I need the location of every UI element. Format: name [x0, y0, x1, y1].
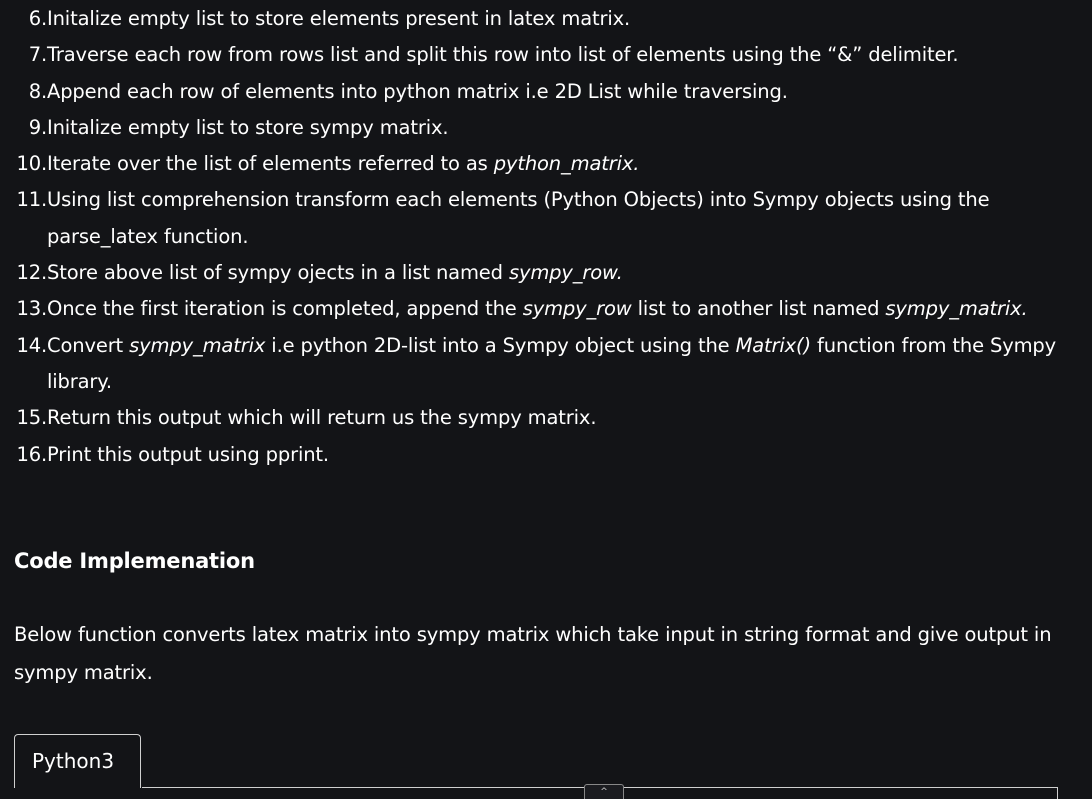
step-text: Initalize empty list to store elements p…	[47, 1, 1060, 37]
scroll-up-button[interactable]: ^	[584, 784, 624, 799]
step-text-emphasis: sympy_row	[522, 297, 632, 321]
step-text-emphasis: sympy_row.	[508, 261, 623, 285]
step-text-part: Store above list of sympy ojects in a li…	[47, 261, 509, 285]
step-text-part: Return this output which will return us …	[47, 406, 597, 430]
step-number: 16.	[16, 442, 47, 466]
steps-list: 6. Initalize empty list to store element…	[0, 1, 1060, 473]
list-item: 9. Initalize empty list to store sympy m…	[0, 110, 1060, 146]
step-text: Iterate over the list of elements referr…	[47, 146, 1060, 182]
step-number: 8.	[28, 79, 47, 103]
code-tabs: Python3	[14, 734, 1058, 799]
step-text-part: Traverse each row from rows list and spl…	[47, 43, 959, 67]
list-item: 7. Traverse each row from rows list and …	[0, 37, 1060, 73]
step-text: Using list comprehension transform each …	[47, 182, 1060, 255]
step-text-emphasis: sympy_matrix	[129, 333, 266, 357]
article-page: 6. Initalize empty list to store element…	[0, 0, 1092, 799]
list-item: 11. Using list comprehension transform e…	[0, 182, 1060, 255]
list-item: 12. Store above list of sympy ojects in …	[0, 255, 1060, 291]
list-item: 8. Append each row of elements into pyth…	[0, 74, 1060, 110]
step-text-part: Using list comprehension transform each …	[47, 188, 990, 248]
step-number: 6.	[28, 7, 47, 30]
list-item: 10. Iterate over the list of elements re…	[0, 146, 1060, 182]
list-item: 16. Print this output using pprint.	[0, 437, 1060, 473]
step-text-part: Initalize empty list to store sympy matr…	[47, 115, 449, 139]
step-number: 10.	[16, 152, 47, 176]
step-text: Return this output which will return us …	[47, 400, 1060, 436]
step-text: Initalize empty list to store sympy matr…	[47, 110, 1060, 146]
list-item: 13. Once the first iteration is complete…	[0, 291, 1060, 327]
step-number: 14.	[16, 333, 47, 357]
step-text: Append each row of elements into python …	[47, 74, 1060, 110]
step-text-emphasis: Matrix()	[735, 333, 812, 357]
step-text: Print this output using pprint.	[47, 437, 1060, 473]
step-text: Store above list of sympy ojects in a li…	[47, 255, 1060, 291]
step-text: Convert sympy_matrix i.e python 2D-list …	[47, 328, 1060, 401]
step-number: 15.	[16, 406, 47, 430]
list-item: 6. Initalize empty list to store element…	[0, 1, 1060, 37]
step-text-part: list to another list named	[631, 297, 886, 321]
step-text-part: Convert	[47, 333, 130, 357]
step-number: 9.	[28, 115, 47, 139]
step-text-emphasis: python_matrix.	[493, 152, 640, 176]
step-text: Once the first iteration is completed, a…	[47, 291, 1060, 327]
step-text-part: Iterate over the list of elements referr…	[47, 152, 494, 176]
step-number: 11.	[16, 188, 47, 212]
step-number: 12.	[16, 261, 47, 285]
step-text-part: Append each row of elements into python …	[47, 79, 788, 103]
list-item: 15. Return this output which will return…	[0, 400, 1060, 436]
step-text-part: Print this output using pprint.	[47, 442, 329, 466]
tab-python3[interactable]: Python3	[14, 734, 141, 788]
section-description: Below function converts latex matrix int…	[14, 623, 1052, 684]
step-text: Traverse each row from rows list and spl…	[47, 37, 1060, 73]
list-item: 14. Convert sympy_matrix i.e python 2D-l…	[0, 328, 1060, 401]
section-heading: Code Implemenation	[14, 549, 255, 573]
step-text-part: Initalize empty list to store elements p…	[47, 7, 631, 30]
step-text-part: i.e python 2D-list into a Sympy object u…	[265, 333, 736, 357]
step-number: 13.	[16, 297, 47, 321]
step-text-part: Once the first iteration is completed, a…	[47, 297, 523, 321]
step-text-emphasis: sympy_matrix.	[885, 297, 1028, 321]
step-number: 7.	[28, 43, 47, 67]
